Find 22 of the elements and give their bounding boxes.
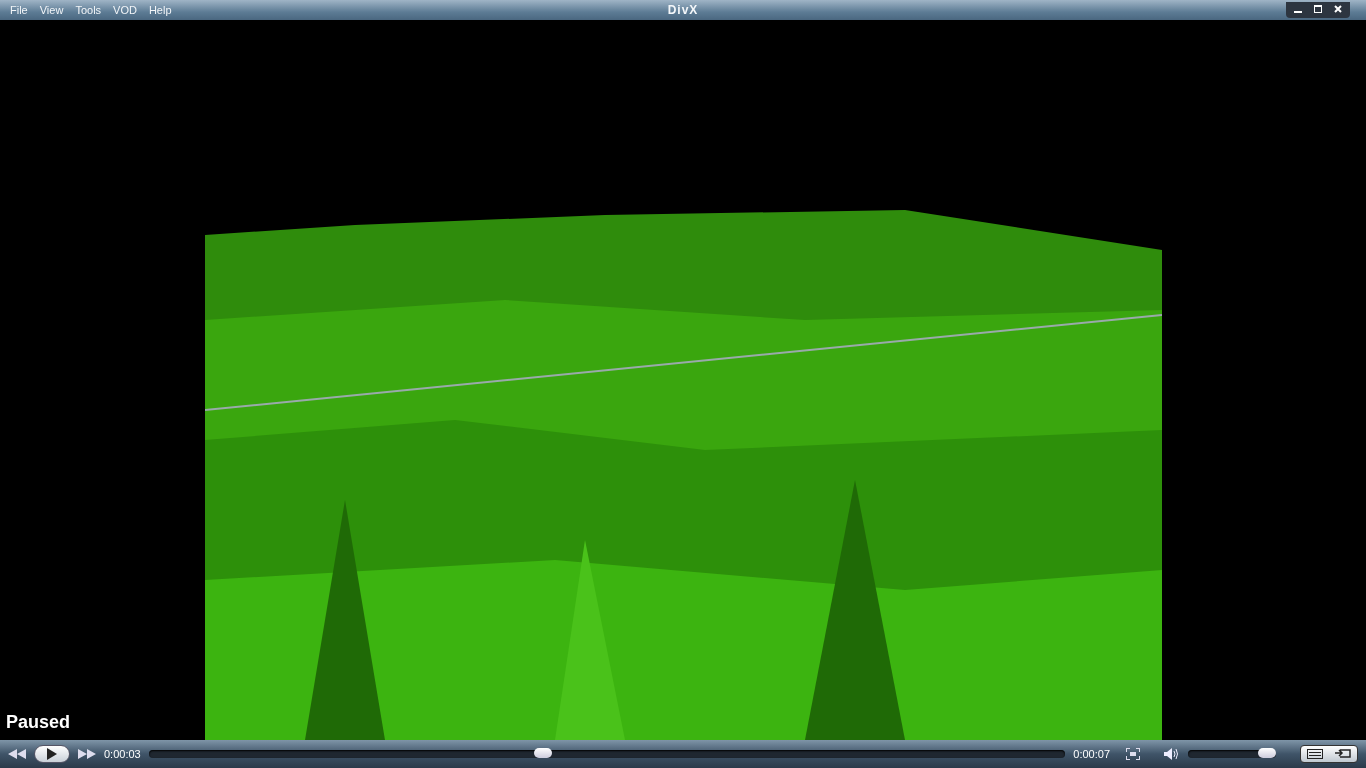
seek-thumb[interactable] [533, 748, 552, 758]
switch-mode-icon [1335, 748, 1351, 760]
menu-item[interactable]: Help [142, 0, 178, 20]
menu-item[interactable]: View [33, 0, 70, 20]
rewind-button[interactable] [8, 749, 26, 759]
menu-item[interactable]: VOD [107, 0, 143, 20]
play-icon [47, 748, 57, 760]
status-text: Paused [6, 712, 71, 732]
play-button[interactable] [34, 745, 70, 763]
volume-thumb[interactable] [1258, 748, 1277, 758]
list-icon [1307, 749, 1323, 759]
fullscreen-button[interactable] [1126, 748, 1140, 760]
volume-slider[interactable] [1188, 750, 1276, 758]
menu-item[interactable]: File [4, 0, 34, 20]
maximize-icon [1314, 5, 1322, 13]
app-logo: DivX [667, 2, 699, 18]
menu-item[interactable]: Tools [69, 0, 108, 20]
elapsed-time: 0:00:03 [104, 746, 141, 762]
fast-forward-button[interactable] [78, 749, 96, 759]
duration-time: 0:00:07 [1073, 746, 1110, 762]
close-icon [1334, 5, 1342, 13]
volume-icon[interactable] [1164, 748, 1180, 760]
